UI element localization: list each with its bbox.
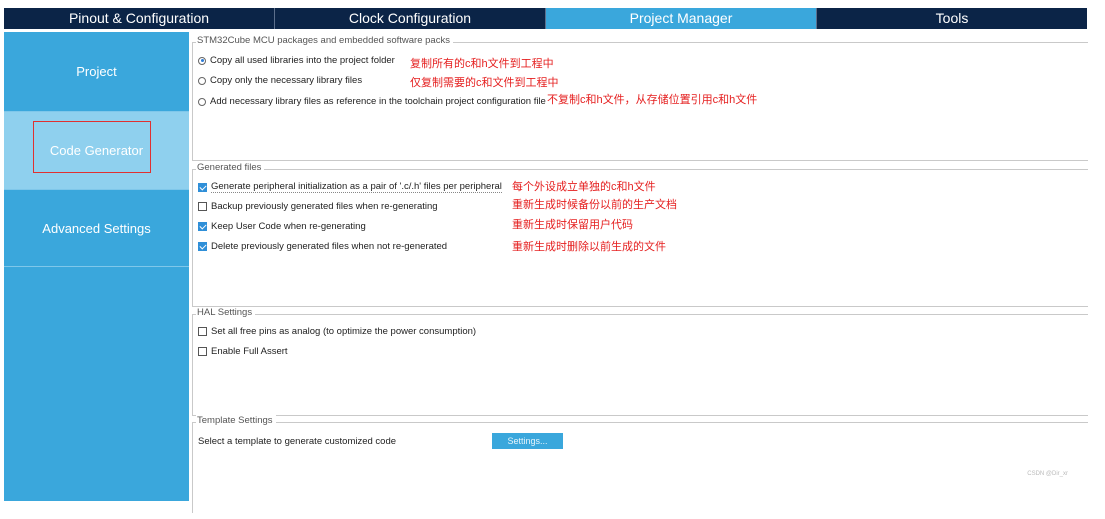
checkbox-checked-icon[interactable] [198,182,207,192]
checkbox-icon[interactable] [198,327,207,336]
annotation-note: 复制所有的c和h文件到工程中 [410,58,554,70]
annotation-note: 不复制c和h文件，从存储位置引用c和h文件 [547,94,758,106]
copy-all-option[interactable]: Copy all used libraries into the project… [198,55,395,66]
sidebar-item-label: Advanced Settings [42,220,151,236]
checkbox-icon[interactable] [198,202,207,211]
sidebar-item-code-generator[interactable]: Code Generator [4,112,189,190]
sidebar-item-label: Project [76,64,117,79]
group-legend: Template Settings [196,415,276,426]
sidebar-item-project[interactable]: Project [4,32,189,112]
checkbox-checked-icon[interactable] [198,242,207,251]
radio-selected-icon[interactable] [198,56,206,65]
group-legend: Generated files [196,162,265,173]
sidebar-item-advanced-settings[interactable]: Advanced Settings [4,190,189,267]
template-settings-group: Template Settings Select a template to g… [192,415,1088,513]
group-legend: HAL Settings [196,307,256,318]
checkbox-icon[interactable] [198,347,207,356]
free-pins-analog-option[interactable]: Set all free pins as analog (to optimize… [198,326,476,337]
annotation-note: 重新生成时删除以前生成的文件 [512,241,666,253]
checkbox-checked-icon[interactable] [198,222,207,231]
add-reference-option[interactable]: Add necessary library files as reference… [198,96,546,107]
radio-icon[interactable] [198,97,206,106]
annotation-note: 仅复制需要的c和文件到工程中 [410,77,559,89]
radio-icon[interactable] [198,76,206,85]
full-assert-option[interactable]: Enable Full Assert [198,346,288,357]
tab-project-manager[interactable]: Project Manager [546,8,817,29]
sidebar: Project Code Generator Advanced Settings [4,32,189,501]
generated-files-group: Generated files Generate peripheral init… [192,162,1088,307]
delete-previous-option[interactable]: Delete previously generated files when n… [198,241,447,252]
tab-pinout-configuration[interactable]: Pinout & Configuration [4,8,275,29]
annotation-note: 每个外设成立单独的c和h文件 [512,181,656,193]
generate-pair-option[interactable]: Generate peripheral initialization as a … [198,181,502,193]
tab-clock-configuration[interactable]: Clock Configuration [275,8,546,29]
copy-necessary-option[interactable]: Copy only the necessary library files [198,75,362,86]
top-tab-bar: Pinout & Configuration Clock Configurati… [4,8,1087,29]
keep-user-code-option[interactable]: Keep User Code when re-generating [198,221,366,232]
group-legend: STM32Cube MCU packages and embedded soft… [196,35,453,46]
template-label: Select a template to generate customized… [198,436,397,447]
tab-tools[interactable]: Tools [817,8,1087,29]
packages-group: STM32Cube MCU packages and embedded soft… [192,35,1088,161]
settings-button[interactable]: Settings... [492,433,563,449]
main-panel: STM32Cube MCU packages and embedded soft… [190,32,1088,513]
hal-settings-group: HAL Settings Set all free pins as analog… [192,307,1088,416]
annotation-note: 重新生成时候备份以前的生产文档 [512,199,677,211]
annotation-note: 重新生成时保留用户代码 [512,219,633,231]
sidebar-item-label: Code Generator [49,143,144,158]
backup-option[interactable]: Backup previously generated files when r… [198,201,438,212]
watermark: CSDN @Dir_xr [1027,471,1068,477]
